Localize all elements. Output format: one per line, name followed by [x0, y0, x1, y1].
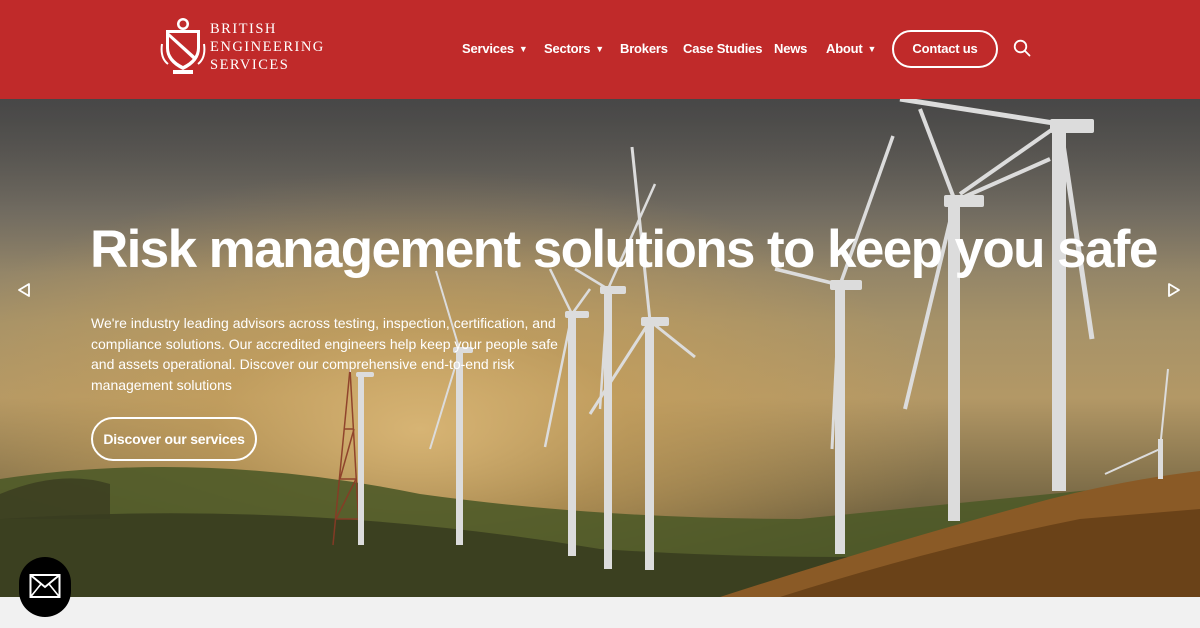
triangle-right-icon[interactable] [1166, 281, 1182, 299]
triangle-left-icon[interactable] [16, 281, 32, 299]
nav-item-brokers[interactable]: Brokers [620, 41, 668, 56]
brand-name: BRITISH ENGINEERING SERVICES [210, 20, 325, 74]
nav-item-label: News [774, 41, 808, 56]
site-header: BRITISH ENGINEERING SERVICES Services ▼ S… [0, 0, 1200, 99]
nav-item-case-studies[interactable]: Case Studies [683, 41, 762, 56]
nav-item-sectors[interactable]: Sectors ▼ [544, 41, 604, 56]
nav-item-about[interactable]: About ▼ [826, 41, 876, 56]
nav-item-services[interactable]: Services ▼ [462, 41, 528, 56]
brand-logo[interactable]: BRITISH ENGINEERING SERVICES [160, 14, 330, 76]
search-icon[interactable] [1013, 39, 1031, 57]
chevron-down-icon: ▼ [867, 44, 877, 54]
hero-banner: Risk management solutions to keep you sa… [0, 99, 1200, 597]
nav-item-label: Services [462, 41, 514, 56]
brand-line-3: SERVICES [210, 57, 290, 73]
chevron-down-icon: ▼ [595, 44, 605, 54]
envelope-icon [29, 574, 61, 598]
hero-title: Risk management solutions to keep you sa… [90, 220, 1158, 279]
contact-us-button[interactable]: Contact us [892, 30, 998, 68]
nav-item-label: Case Studies [683, 41, 763, 56]
discover-services-button[interactable]: Discover our services [91, 417, 257, 461]
chevron-down-icon: ▼ [518, 44, 528, 54]
email-contact-button[interactable] [19, 557, 71, 617]
nav-item-label: Sectors [544, 41, 591, 56]
nav-item-label: Brokers [620, 41, 668, 56]
nav-item-news[interactable]: News [774, 41, 807, 56]
brand-line-1: BRITISH [210, 21, 277, 37]
crest-icon [160, 18, 206, 74]
brand-line-2: ENGINEERING [210, 39, 325, 55]
hero-description: We're industry leading advisors across t… [91, 315, 558, 393]
nav-item-label: About [826, 41, 863, 56]
